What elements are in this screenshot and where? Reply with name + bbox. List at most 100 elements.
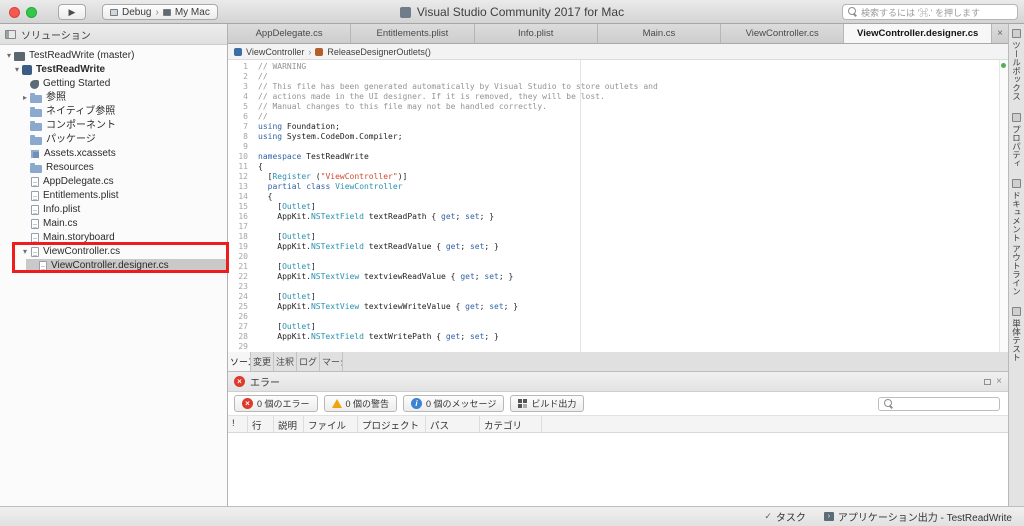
vcs-tab[interactable]: マージ	[320, 352, 343, 371]
tree-item-label: AppDelegate.cs	[43, 176, 114, 187]
tree-item[interactable]: ViewController.designer.cs	[0, 259, 227, 273]
tree-item[interactable]: ▸ 参照	[0, 91, 227, 105]
error-search-field[interactable]	[878, 397, 1000, 411]
file-plist-icon	[31, 205, 39, 215]
application-output-icon: ›	[823, 512, 834, 521]
editor-tab[interactable]: Entitlements.plist	[351, 24, 475, 43]
code-line: AppKit.NSTextView textviewWriteValue { g…	[258, 302, 519, 311]
tree-item[interactable]: ネイティブ参照	[0, 105, 227, 119]
tree-item[interactable]: Main.storyboard	[0, 231, 227, 245]
tree-item[interactable]: Assets.xcassets	[0, 147, 227, 161]
file-plist-icon	[31, 191, 39, 201]
tree-item[interactable]: ▾ TestReadWrite (master)	[0, 49, 227, 63]
column-header[interactable]: !	[228, 416, 248, 432]
vcs-tab[interactable]: ソース	[228, 352, 251, 371]
column-header[interactable]: 行	[248, 416, 274, 432]
tree-item[interactable]: ▾ TestReadWrite	[0, 63, 227, 77]
tree-item-label: Resources	[46, 162, 94, 173]
column-header[interactable]: カテゴリ	[480, 416, 542, 432]
error-icon: ×	[234, 376, 245, 387]
application-output-status-item[interactable]: › アプリケーション出力 - TestReadWrite	[823, 509, 1012, 524]
run-configuration-control[interactable]: Debug › My Mac	[102, 4, 218, 20]
column-header[interactable]: ファイル	[304, 416, 358, 432]
editor-tab[interactable]: ViewController.cs	[721, 24, 845, 43]
tool-tab-toolbox[interactable]: ツールボックス	[1010, 29, 1024, 101]
tasks-status-item[interactable]: ✓ タスク	[764, 509, 806, 524]
code-line: partial class ViewController	[267, 182, 403, 191]
folder-icon	[30, 93, 42, 103]
filter-error-button[interactable]: × 0 個のエラー	[234, 395, 318, 412]
tasks-label: タスク	[775, 513, 806, 524]
line-number: 19	[238, 242, 248, 251]
toolbox-icon	[1012, 29, 1021, 38]
global-search-field[interactable]: 検索するには '⌘.' を押します	[842, 4, 1018, 20]
filter-warning-button[interactable]: 0 個の警告	[323, 395, 398, 412]
tree-item[interactable]: コンポーネント	[0, 119, 227, 133]
vcs-tab[interactable]: 変更	[251, 352, 274, 371]
disclosure-open-icon[interactable]: ▾	[20, 245, 30, 259]
column-header[interactable]: パス	[426, 416, 480, 432]
dock-panel-icon[interactable]	[984, 378, 992, 385]
solution-icon	[14, 52, 25, 61]
code-line: //	[258, 112, 268, 121]
breadcrumb-separator: ›	[308, 46, 312, 57]
filter-info-button[interactable]: i0 個のメッセージ	[403, 395, 505, 412]
tree-item[interactable]: AppDelegate.cs	[0, 175, 227, 189]
breadcrumb-item[interactable]: ViewController	[246, 47, 304, 57]
run-button[interactable]: ▶	[58, 4, 86, 20]
tree-item[interactable]: パッケージ	[0, 133, 227, 147]
vcs-tab[interactable]: ログ	[297, 352, 320, 371]
tool-tab-label: ドキュメント アウトライン	[1011, 191, 1022, 296]
right-tool-strip: ツールボックスプロパティドキュメント アウトライン単体テスト	[1008, 24, 1024, 506]
build-output-button[interactable]: ビルド出力	[510, 395, 585, 412]
line-number: 25	[238, 302, 248, 311]
tool-tab-document-outline[interactable]: ドキュメント アウトライン	[1010, 179, 1024, 295]
breadcrumb: ViewController › ReleaseDesignerOutlets()	[228, 44, 1008, 60]
tree-item[interactable]: Resources	[0, 161, 227, 175]
editor-tab[interactable]: Main.cs	[598, 24, 722, 43]
solution-pad-icon	[5, 29, 16, 39]
editor-tab[interactable]: Info.plist	[475, 24, 598, 43]
disclosure-open-icon[interactable]: ▾	[4, 49, 14, 63]
column-header[interactable]: プロジェクト	[358, 416, 426, 432]
close-panel-icon[interactable]: ×	[996, 376, 1002, 387]
build-output-icon	[518, 399, 523, 403]
column-header[interactable]: 説明	[274, 416, 304, 432]
error-list[interactable]	[228, 433, 1008, 506]
close-tab-icon[interactable]: ×	[992, 24, 1008, 43]
breadcrumb-item[interactable]: ReleaseDesignerOutlets()	[327, 47, 431, 57]
line-number: 7	[243, 122, 248, 131]
code-line: {	[258, 162, 263, 171]
code-line: using System.CodeDom.Compiler;	[258, 132, 403, 141]
unit-tests-icon	[1012, 307, 1021, 317]
editor-tab[interactable]: AppDelegate.cs	[228, 24, 352, 43]
tree-item-label: ViewController.cs	[43, 246, 121, 257]
code-editor[interactable]: 1 2 3 4 5 6 7 8 9 10 11 12 13 14 15 16 17 18 19 20 21 22 23 24 2…	[228, 60, 1008, 352]
tool-tab-properties[interactable]: プロパティ	[1010, 112, 1024, 167]
editor-tab[interactable]: ViewController.designer.cs	[844, 24, 993, 43]
filter-label: 0 個の警告	[345, 399, 390, 409]
tree-item[interactable]: Main.cs	[0, 217, 227, 231]
configuration-icon	[110, 8, 118, 16]
line-number: 8	[243, 132, 248, 141]
file-cs-icon	[31, 177, 39, 187]
tree-item[interactable]: ▾ ViewController.cs	[0, 245, 227, 259]
filter-label: 0 個のメッセージ	[426, 399, 497, 409]
line-number: 12	[238, 172, 248, 181]
zoom-window-button[interactable]	[26, 7, 37, 18]
line-number: 5	[243, 102, 248, 111]
vertical-scrollbar[interactable]	[999, 60, 1008, 352]
tree-item[interactable]: Entitlements.plist	[0, 189, 227, 203]
disclosure-open-icon[interactable]: ▾	[12, 63, 22, 77]
tree-item[interactable]: Getting Started	[0, 77, 227, 91]
tree-item[interactable]: Info.plist	[0, 203, 227, 217]
solution-pad-header[interactable]: ソリューション	[0, 24, 227, 45]
code-line: AppKit.NSTextView textviewReadValue { ge…	[258, 272, 514, 281]
getting-started-icon	[30, 80, 39, 89]
close-window-button[interactable]	[9, 7, 20, 18]
vcs-tab[interactable]: 注釈	[274, 352, 297, 371]
disclosure-closed-icon[interactable]: ▸	[20, 91, 30, 105]
solution-pad-title: ソリューション	[21, 30, 91, 42]
tool-tab-unit-tests[interactable]: 単体テスト	[1010, 307, 1024, 362]
